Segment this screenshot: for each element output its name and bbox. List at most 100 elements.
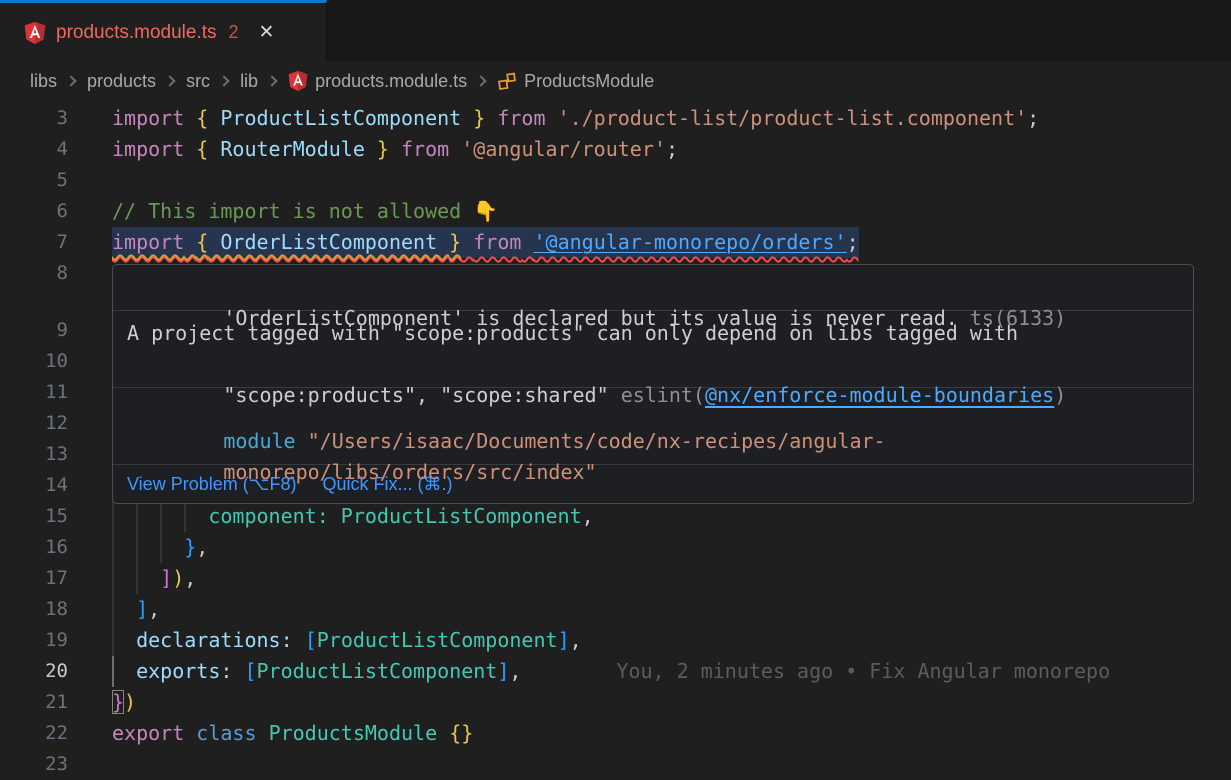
code-text: import { RouterModule } from '@angular/r… xyxy=(112,134,678,165)
indent-guide xyxy=(112,563,114,594)
tab-title: products.module.ts xyxy=(56,22,217,44)
line-number[interactable]: 12 xyxy=(0,408,68,439)
code-token: ProductListComponent xyxy=(317,628,558,652)
code-token: ProductsModule xyxy=(269,721,438,745)
module-specifier-link[interactable]: '@angular-monorepo/orders' xyxy=(533,230,846,254)
code-line[interactable]: 17 ]), xyxy=(0,563,1231,594)
line-number[interactable]: 18 xyxy=(0,594,68,625)
code-token: ProductListComponent xyxy=(341,504,582,528)
code-line[interactable]: 22export class ProductsModule {} xyxy=(0,718,1231,749)
line-number[interactable]: 11 xyxy=(0,377,68,408)
code-line[interactable]: 16 }, xyxy=(0,532,1231,563)
code-line[interactable]: 18 ], xyxy=(0,594,1231,625)
breadcrumb-item-libs[interactable]: libs xyxy=(30,71,57,92)
indent-guide xyxy=(112,625,114,656)
code-token xyxy=(112,535,184,559)
line-number[interactable]: 5 xyxy=(0,165,68,196)
breadcrumb: libs products src lib products.module.ts… xyxy=(0,62,1231,100)
code-token: './product-list/product-list.component' xyxy=(558,106,1028,130)
code-line[interactable]: 6 // This import is not allowed 👇 xyxy=(0,196,1231,227)
code-token: from xyxy=(497,106,545,130)
code-token: export xyxy=(112,721,184,745)
code-token xyxy=(546,106,558,130)
line-number[interactable]: 17 xyxy=(0,563,68,594)
code-token: ] xyxy=(136,597,148,621)
code-line[interactable]: 23 xyxy=(0,749,1231,780)
line-number[interactable]: 6 xyxy=(0,196,68,227)
code-token xyxy=(521,230,533,254)
line-number[interactable]: 13 xyxy=(0,439,68,470)
line-number[interactable]: 7 xyxy=(0,227,68,258)
code-text: // This import is not allowed 👇 xyxy=(112,196,498,227)
breadcrumb-item-file[interactable]: products.module.ts xyxy=(288,70,467,92)
indent-guide xyxy=(112,532,114,563)
code-token: , xyxy=(570,628,582,652)
code-token: , xyxy=(582,504,594,528)
code-token: } xyxy=(184,535,196,559)
chevron-right-icon xyxy=(266,75,277,86)
code-token: { xyxy=(196,137,208,161)
code-token xyxy=(449,137,461,161)
module-keyword: module xyxy=(223,429,295,453)
line-number[interactable]: 15 xyxy=(0,501,68,532)
code-line[interactable]: 4 import { RouterModule } from '@angular/… xyxy=(0,134,1231,165)
code-line[interactable]: 5 xyxy=(0,165,1231,196)
code-token: import xyxy=(112,230,184,254)
tab-bar: products.module.ts 2 ✕ xyxy=(0,0,1231,62)
tab-error-badge: 2 xyxy=(229,22,239,43)
angular-icon xyxy=(288,70,308,92)
code-line[interactable]: 20 exports: [ProductListComponent],You, … xyxy=(0,656,1231,687)
class-icon xyxy=(497,71,517,91)
code-token xyxy=(437,721,449,745)
quick-fix-action[interactable]: Quick Fix... (⌘.) xyxy=(322,474,452,495)
code-token xyxy=(112,628,136,652)
code-token: ; xyxy=(1027,106,1039,130)
line-number[interactable]: 21 xyxy=(0,687,68,718)
code-token xyxy=(184,230,196,254)
code-token xyxy=(184,721,196,745)
close-icon[interactable]: ✕ xyxy=(259,21,275,44)
line-number[interactable]: 23 xyxy=(0,749,68,780)
line-number[interactable]: 22 xyxy=(0,718,68,749)
code-line[interactable]: 21}) xyxy=(0,687,1231,718)
hover-ts-diagnostic: 'OrderListComponent' is declared but its… xyxy=(113,265,1193,310)
tab-products-module[interactable]: products.module.ts 2 ✕ xyxy=(0,0,327,62)
code-token xyxy=(485,106,497,130)
indent-guide xyxy=(136,563,138,594)
code-token: [ xyxy=(305,628,317,652)
line-number[interactable]: 19 xyxy=(0,625,68,656)
line-number[interactable]: 4 xyxy=(0,134,68,165)
line-number[interactable]: 16 xyxy=(0,532,68,563)
line-number[interactable]: 20 xyxy=(0,656,68,687)
chevron-right-icon xyxy=(475,75,486,86)
line-number[interactable]: 8 xyxy=(0,258,68,289)
code-token xyxy=(112,597,136,621)
breadcrumb-item-src[interactable]: src xyxy=(186,71,210,92)
code-token: ProductListComponent xyxy=(257,659,498,683)
view-problem-action[interactable]: View Problem (⌥F8) xyxy=(127,474,296,495)
module-path-line1: "/Users/isaac/Documents/code/nx-recipes/… xyxy=(296,429,886,453)
indent-guide xyxy=(160,532,162,563)
code-text: import { OrderListComponent } from '@ang… xyxy=(112,227,859,258)
breadcrumb-item-lib[interactable]: lib xyxy=(240,71,258,92)
code-line[interactable]: 7 import { OrderListComponent } from '@an… xyxy=(0,227,1231,258)
code-token: ; xyxy=(666,137,678,161)
eslint-rule-link[interactable]: @nx/enforce-module-boundaries xyxy=(705,383,1054,407)
code-token: [ xyxy=(244,659,256,683)
eslint-message-line2: "scope:products", "scope:shared" xyxy=(223,383,620,407)
code-text: }, xyxy=(112,532,208,563)
code-line[interactable]: 3import { ProductListComponent } from '.… xyxy=(0,103,1231,134)
code-token: class xyxy=(196,721,256,745)
line-number[interactable]: 3 xyxy=(0,103,68,134)
code-token: , xyxy=(148,597,160,621)
breadcrumb-item-products[interactable]: products xyxy=(87,71,156,92)
code-line[interactable]: 19 declarations: [ProductListComponent], xyxy=(0,625,1231,656)
code-token xyxy=(461,230,473,254)
breadcrumb-item-symbol[interactable]: ProductsModule xyxy=(497,71,654,92)
code-token: ] xyxy=(558,628,570,652)
line-number[interactable]: 14 xyxy=(0,470,68,501)
code-token: { xyxy=(196,230,208,254)
code-token: } xyxy=(449,230,461,254)
line-number[interactable]: 9 xyxy=(0,315,68,346)
line-number[interactable]: 10 xyxy=(0,346,68,377)
